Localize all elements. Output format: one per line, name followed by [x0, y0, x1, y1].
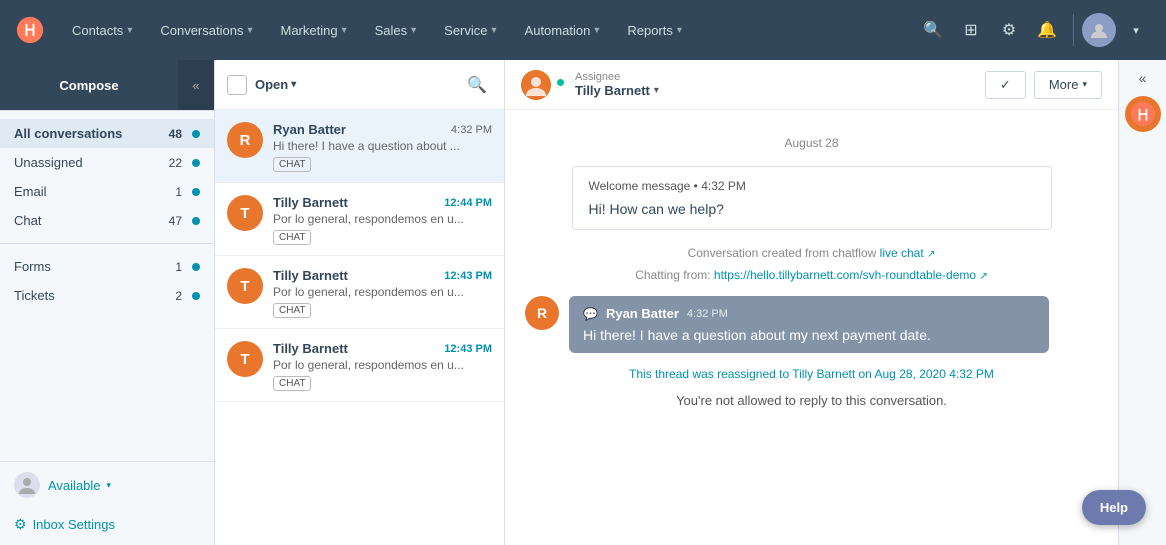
marketplace-icon-button[interactable]: ⊞	[953, 12, 989, 48]
hubspot-panel-icon[interactable]	[1125, 96, 1161, 132]
chevron-down-icon: ▾	[411, 25, 416, 36]
unread-dot	[192, 130, 200, 138]
message-avatar: R	[525, 296, 559, 330]
chevron-down-icon: ▾	[291, 79, 296, 90]
filter-open-button[interactable]: Open ▾	[255, 77, 296, 92]
chevron-down-icon: ▾	[594, 25, 599, 36]
nav-icon-group: 🔍 ⊞ ⚙ 🔔 ▾	[915, 12, 1154, 48]
nav-automation[interactable]: Automation ▾	[511, 0, 614, 60]
chat-icon: 💬	[583, 307, 598, 321]
chevron-down-icon: ▾	[247, 25, 252, 36]
sidebar-item-chat[interactable]: Chat 47	[0, 206, 214, 235]
assignee-info: Assignee Tilly Barnett ▾	[575, 71, 659, 98]
inbox-settings-link[interactable]: ⚙ Inbox Settings	[0, 508, 214, 545]
unread-dot	[192, 188, 200, 196]
message-bubble: 💬 Ryan Batter 4:32 PM Hi there! I have a…	[569, 296, 1049, 353]
account-chevron-icon[interactable]: ▾	[1118, 12, 1154, 48]
chatflow-info: Conversation created from chatflow live …	[525, 246, 1098, 260]
user-avatar[interactable]	[1082, 13, 1116, 47]
avatar: T	[227, 195, 263, 231]
conversation-item[interactable]: T Tilly Barnett 12:43 PM Por lo general,…	[215, 329, 504, 402]
nav-service[interactable]: Service ▾	[430, 0, 510, 60]
conversation-header: Assignee Tilly Barnett ▾ ✓ More ▾	[505, 60, 1118, 110]
unread-dot	[192, 159, 200, 167]
compose-button[interactable]: Compose	[0, 60, 178, 110]
search-icon-button[interactable]: 🔍	[915, 12, 951, 48]
avatar: R	[227, 122, 263, 158]
chevron-down-icon: ▾	[127, 25, 132, 36]
sidebar-item-all-conversations[interactable]: All conversations 48	[0, 119, 214, 148]
conversation-item[interactable]: T Tilly Barnett 12:43 PM Por lo general,…	[215, 256, 504, 329]
agent-avatar-icon	[14, 472, 40, 498]
sidebar-item-forms[interactable]: Forms 1	[0, 252, 214, 281]
not-allowed-note: You're not allowed to reply to this conv…	[525, 393, 1098, 408]
select-all-checkbox[interactable]	[227, 75, 247, 95]
nav-divider	[1073, 14, 1074, 46]
available-status-button[interactable]: Available ▾	[48, 478, 111, 493]
search-conversations-button[interactable]: 🔍	[462, 70, 492, 100]
settings-icon: ⚙	[14, 516, 27, 533]
unread-dot	[192, 217, 200, 225]
app-body: Compose « All conversations 48 Unassigne…	[0, 60, 1166, 545]
top-navigation: Contacts ▾ Conversations ▾ Marketing ▾ S…	[0, 0, 1166, 60]
unread-dot	[192, 292, 200, 300]
sidebar-nav: All conversations 48 Unassigned 22 Email…	[0, 111, 214, 461]
hubspot-logo[interactable]	[12, 12, 48, 48]
check-button[interactable]: ✓	[985, 71, 1026, 99]
sidebar-divider	[0, 243, 214, 244]
nav-contacts[interactable]: Contacts ▾	[58, 0, 146, 60]
online-status-dot	[556, 78, 565, 87]
avatar: T	[227, 268, 263, 304]
left-sidebar: Compose « All conversations 48 Unassigne…	[0, 60, 215, 545]
nav-sales[interactable]: Sales ▾	[361, 0, 431, 60]
chatflow-link[interactable]: live chat ↗	[880, 246, 936, 260]
nav-reports[interactable]: Reports ▾	[613, 0, 696, 60]
conv-list-header: Open ▾ 🔍	[215, 60, 504, 110]
date-divider: August 28	[525, 136, 1098, 150]
sidebar-item-email[interactable]: Email 1	[0, 177, 214, 206]
availability-row: Available ▾	[0, 461, 214, 508]
sidebar-item-unassigned[interactable]: Unassigned 22	[0, 148, 214, 177]
notifications-icon-button[interactable]: 🔔	[1029, 12, 1065, 48]
right-panel: «	[1118, 60, 1166, 545]
chatting-from-info: Chatting from: https://hello.tillybarnet…	[525, 268, 1098, 282]
chevron-down-icon: ▾	[492, 25, 497, 36]
chevron-down-icon: ▾	[107, 480, 112, 491]
reassign-note: This thread was reassigned to Tilly Barn…	[525, 367, 1098, 381]
collapse-panel-button[interactable]: «	[1139, 70, 1147, 86]
assignee-avatar	[521, 70, 551, 100]
compose-chevron-button[interactable]: «	[178, 60, 214, 110]
avatar: T	[227, 341, 263, 377]
message-row: R 💬 Ryan Batter 4:32 PM Hi there! I have…	[525, 296, 1098, 353]
external-link-icon: ↗	[927, 249, 935, 260]
conversation-body: August 28 Welcome message • 4:32 PM Hi! …	[505, 110, 1118, 545]
chatting-url-link[interactable]: https://hello.tillybarnett.com/svh-round…	[714, 268, 988, 282]
help-button[interactable]: Help	[1082, 490, 1146, 525]
conversation-list: Open ▾ 🔍 R Ryan Batter 4:32 PM Hi there!…	[215, 60, 505, 545]
chevron-down-icon: ▾	[342, 25, 347, 36]
unread-dot	[192, 263, 200, 271]
more-button[interactable]: More ▾	[1034, 71, 1102, 99]
chevron-down-icon: ▾	[677, 25, 682, 36]
welcome-message-bubble: Welcome message • 4:32 PM Hi! How can we…	[572, 166, 1052, 230]
nav-conversations[interactable]: Conversations ▾	[146, 0, 266, 60]
header-actions: ✓ More ▾	[985, 71, 1102, 99]
nav-marketing[interactable]: Marketing ▾	[266, 0, 360, 60]
settings-icon-button[interactable]: ⚙	[991, 12, 1027, 48]
external-link-icon: ↗	[979, 271, 987, 282]
conversation-item[interactable]: T Tilly Barnett 12:44 PM Por lo general,…	[215, 183, 504, 256]
conversation-main: Assignee Tilly Barnett ▾ ✓ More ▾ August…	[505, 60, 1118, 545]
conversation-item[interactable]: R Ryan Batter 4:32 PM Hi there! I have a…	[215, 110, 504, 183]
compose-row: Compose «	[0, 60, 214, 111]
assignee-dropdown-icon[interactable]: ▾	[654, 85, 659, 96]
sidebar-item-tickets[interactable]: Tickets 2	[0, 281, 214, 310]
chevron-down-icon: ▾	[1082, 79, 1087, 90]
